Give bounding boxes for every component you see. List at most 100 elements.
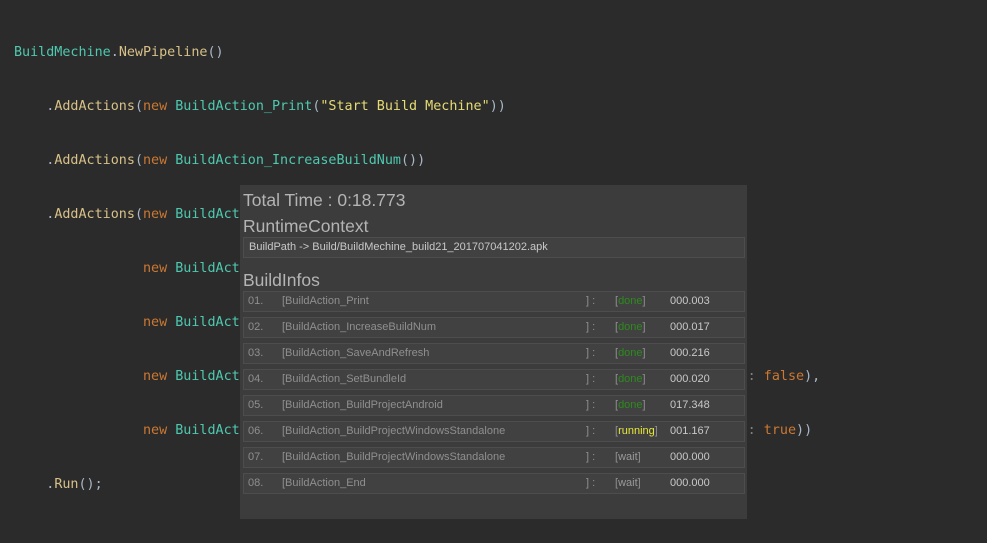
code-token: . [14,153,55,168]
code-token: new [143,315,176,330]
code-token: ), [804,369,821,384]
build-info-row: 08. [BuildAction_End ] : [wait] 000.000 [243,473,745,494]
row-time: 000.216 [670,347,710,359]
row-index: 03. [248,347,264,359]
row-time: 000.000 [670,451,710,463]
row-action-name: [BuildAction_Print [282,295,369,307]
code-token: new [143,261,176,276]
code-token: () [207,45,224,60]
code-token: )) [796,423,813,438]
row-index: 07. [248,451,264,463]
code-token: new [143,369,176,384]
row-status: [done] [615,373,646,385]
row-status: [wait] [615,451,641,463]
code-token: . [14,207,55,222]
code-token: BuildAction_IncreaseBuildNum [175,153,401,168]
code-token: . [110,45,119,60]
code-token: NewPipeline [118,45,208,60]
row-action-name: [BuildAction_End [282,477,366,489]
code-token: . [14,477,55,492]
row-action-name: [BuildAction_BuildProjectWindowsStandalo… [282,425,506,437]
code-token: ( [134,99,143,114]
row-time: 000.000 [670,477,710,489]
code-token: false [763,369,805,384]
status-text: wait [618,477,638,489]
code-token: BuildAction_Print [175,99,313,114]
row-separator: ] : [586,373,596,385]
total-time: Total Time : 0:18.773 [243,190,406,210]
row-separator: ] : [586,321,596,333]
code-token: "Start Build Mechine" [320,99,490,114]
code-token: BuildMechine [14,45,111,60]
code-token: ( [134,153,143,168]
build-info-row: 03. [BuildAction_SaveAndRefresh ] : [don… [243,343,745,364]
build-info-row: 06. [BuildAction_BuildProjectWindowsStan… [243,421,745,442]
row-status: [wait] [615,477,641,489]
code-line: .AddActions(new BuildAction_Print("Start… [14,98,820,116]
row-status: [done] [615,399,646,411]
code-line: .AddActions(new BuildAction_IncreaseBuil… [14,152,820,170]
row-index: 08. [248,477,264,489]
row-index: 02. [248,321,264,333]
status-text: done [618,295,643,307]
row-index: 05. [248,399,264,411]
status-text: done [618,399,643,411]
code-token: )) [489,99,506,114]
code-token: AddActions [54,153,135,168]
row-separator: ] : [586,295,596,307]
code-token: . [14,99,55,114]
row-action-name: [BuildAction_BuildProjectAndroid [282,399,443,411]
row-status: [done] [615,321,646,333]
build-info-row: 01. [BuildAction_Print ] : [done] 000.00… [243,291,745,312]
buildinfos-title: BuildInfos [243,270,320,290]
row-time: 000.003 [670,295,710,307]
build-info-row: 07. [BuildAction_BuildProjectWindowsStan… [243,447,745,468]
row-status: [done] [615,295,646,307]
row-separator: ] : [586,399,596,411]
row-action-name: [BuildAction_BuildProjectWindowsStandalo… [282,451,506,463]
build-info-row: 02. [BuildAction_IncreaseBuildNum ] : [d… [243,317,745,338]
code-token: new [143,153,176,168]
build-info-row: 04. [BuildAction_SetBundleId ] : [done] … [243,369,745,390]
row-index: 04. [248,373,264,385]
screen: BuildMechine.NewPipeline() .AddActions(n… [0,0,987,543]
row-time: 000.017 [670,321,710,333]
row-action-name: [BuildAction_SaveAndRefresh [282,347,430,359]
code-token: true [763,423,797,438]
code-token: ( [134,207,143,222]
row-separator: ] : [586,451,596,463]
status-text: running [618,425,655,437]
row-action-name: [BuildAction_IncreaseBuildNum [282,321,437,333]
code-token: (); [78,477,103,492]
row-separator: ] : [586,425,596,437]
build-info-row: 05. [BuildAction_BuildProjectAndroid ] :… [243,395,745,416]
code-token: new [143,99,176,114]
row-separator: ] : [586,477,596,489]
row-index: 01. [248,295,264,307]
status-text: done [618,347,643,359]
code-token: new [143,207,176,222]
code-line: BuildMechine.NewPipeline() [14,44,820,62]
runtime-context-title: RuntimeContext [243,216,369,236]
code-token: AddActions [54,207,135,222]
row-index: 06. [248,425,264,437]
status-text: wait [618,451,638,463]
row-status: [done] [615,347,646,359]
code-token: AddActions [54,99,135,114]
row-action-name: [BuildAction_SetBundleId [282,373,407,385]
row-time: 001.167 [670,425,710,437]
runtime-context-value: BuildPath -> Build/BuildMechine_build21_… [243,237,745,258]
row-separator: ] : [586,347,596,359]
code-token: new [143,423,176,438]
row-time: 017.348 [670,399,710,411]
row-status: [running] [615,425,658,437]
row-time: 000.020 [670,373,710,385]
status-text: done [618,321,643,333]
status-text: done [618,373,643,385]
build-window: Total Time : 0:18.773 RuntimeContext Bui… [240,185,747,519]
code-token: Run [54,477,79,492]
